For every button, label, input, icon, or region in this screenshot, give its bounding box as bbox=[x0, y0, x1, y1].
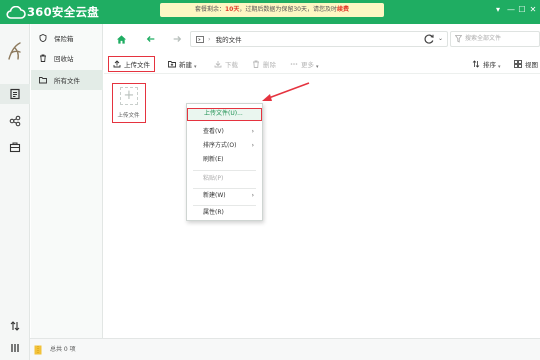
toolbox-nav-button[interactable] bbox=[0, 137, 30, 157]
path-field[interactable]: › 我的文件 ⌄ bbox=[190, 31, 448, 47]
grid-view-icon bbox=[514, 60, 522, 68]
breadcrumb-item[interactable]: 我的文件 bbox=[216, 34, 242, 44]
upload-button[interactable]: 上传文件 bbox=[108, 56, 155, 72]
more-icon bbox=[290, 63, 298, 65]
menu-divider bbox=[193, 170, 256, 171]
plus-icon: + bbox=[123, 88, 135, 103]
arrow-right-icon bbox=[173, 36, 182, 42]
context-menu: 上传文件(U)... 查看(V) › 排序方式(O) › 刷新(E) 粘贴(P) 新… bbox=[186, 103, 263, 221]
sort-button[interactable]: 排序 ▾ bbox=[472, 56, 501, 72]
menu-item-refresh[interactable]: 刷新(E) bbox=[187, 153, 262, 166]
app-name: 360安全云盘 bbox=[27, 5, 100, 19]
refresh-icon[interactable] bbox=[422, 32, 436, 46]
title-bar: 360安全云盘 套餐剩余：10天，过期后数据为保留30天，请您及时续费 ▾ — … bbox=[0, 0, 540, 24]
safe-icon bbox=[39, 34, 47, 42]
transfer-icon bbox=[10, 321, 20, 331]
address-bar: › 我的文件 ⌄ 搜索全部文件 bbox=[104, 28, 540, 50]
sidebar-item-label: 保险箱 bbox=[54, 35, 74, 43]
share-nav-button[interactable] bbox=[0, 111, 30, 131]
menu-item-new[interactable]: 新建(W) › bbox=[187, 189, 262, 202]
chevron-down-icon[interactable]: ⌄ bbox=[438, 35, 443, 42]
trash-icon bbox=[40, 54, 46, 62]
path-folder-icon bbox=[196, 35, 204, 43]
submenu-arrow-icon: › bbox=[251, 128, 254, 135]
trash-icon bbox=[253, 60, 259, 68]
more-button[interactable]: 更多 ▾ bbox=[290, 56, 319, 72]
menu-icon bbox=[11, 344, 19, 352]
back-button[interactable] bbox=[144, 32, 158, 46]
caret-icon: ▾ bbox=[498, 64, 501, 70]
sidebar-item-all-files[interactable]: 所有文件 bbox=[31, 70, 103, 90]
folder-sidebar: 保险箱 回收站 所有文件 bbox=[31, 24, 103, 338]
delete-button[interactable]: 删除 bbox=[252, 56, 276, 72]
download-button[interactable]: 下载 bbox=[214, 56, 238, 72]
menu-item-view[interactable]: 查看(V) › bbox=[187, 125, 262, 138]
sidebar-item-trash[interactable]: 回收站 bbox=[31, 48, 103, 68]
left-rail bbox=[0, 24, 30, 360]
renew-link[interactable]: 续费 bbox=[337, 6, 349, 13]
toolbox-icon bbox=[9, 142, 21, 153]
file-list-area[interactable]: + 上传文件 bbox=[104, 76, 540, 338]
toolbar: 上传文件 新建 ▾ 下载 删除 更多 ▾ 排序 ▾ 视图 bbox=[104, 54, 540, 74]
menu-nav-button[interactable] bbox=[0, 338, 30, 358]
submenu-arrow-icon: › bbox=[251, 142, 254, 149]
subscription-notice: 套餐剩余：10天，过期后数据为保留30天，请您及时续费 bbox=[160, 3, 384, 17]
dropdown-menu-icon[interactable]: ▾ bbox=[492, 4, 504, 16]
view-button[interactable]: 视图 bbox=[514, 56, 538, 72]
forward-button[interactable] bbox=[170, 32, 184, 46]
files-icon bbox=[10, 88, 20, 100]
filter-icon bbox=[455, 35, 462, 43]
status-bar: 总共 0 项 bbox=[30, 338, 540, 360]
home-button[interactable] bbox=[114, 32, 128, 46]
app-logo: 360安全云盘 bbox=[6, 4, 99, 20]
caret-icon: ▾ bbox=[194, 64, 197, 70]
upload-file-tile[interactable]: + 上传文件 bbox=[112, 83, 146, 123]
file-count-icon bbox=[34, 345, 42, 355]
breadcrumb-separator-icon: › bbox=[208, 35, 211, 43]
share-icon bbox=[9, 115, 21, 127]
search-placeholder: 搜索全部文件 bbox=[465, 35, 502, 42]
new-button[interactable]: 新建 ▾ bbox=[168, 56, 197, 72]
files-nav-button[interactable] bbox=[0, 84, 30, 104]
cloud-logo-icon bbox=[6, 5, 26, 19]
sort-icon bbox=[472, 60, 480, 68]
home-icon bbox=[116, 34, 126, 44]
submenu-arrow-icon: › bbox=[251, 192, 254, 199]
menu-item-sort[interactable]: 排序方式(O) › bbox=[187, 139, 262, 152]
search-input[interactable]: 搜索全部文件 bbox=[450, 31, 540, 47]
avatar[interactable] bbox=[5, 40, 25, 62]
sidebar-item-safe[interactable]: 保险箱 bbox=[31, 28, 103, 48]
folder-icon bbox=[39, 77, 47, 84]
remaining-days: 10天 bbox=[225, 6, 240, 13]
item-count: 总共 0 项 bbox=[50, 346, 76, 353]
transfer-nav-button[interactable] bbox=[0, 316, 30, 336]
download-icon bbox=[214, 61, 222, 68]
arrow-left-icon bbox=[146, 36, 155, 42]
menu-item-properties[interactable]: 属性(R) bbox=[187, 206, 262, 219]
close-button[interactable]: ✕ bbox=[527, 4, 539, 16]
new-folder-icon bbox=[168, 61, 176, 68]
sidebar-item-label: 所有文件 bbox=[54, 77, 80, 85]
sidebar-item-label: 回收站 bbox=[54, 55, 74, 63]
upload-tile-label: 上传文件 bbox=[117, 113, 140, 119]
menu-item-upload[interactable]: 上传文件(U)... bbox=[187, 108, 262, 121]
menu-item-paste[interactable]: 粘贴(P) bbox=[187, 172, 262, 185]
caret-icon: ▾ bbox=[316, 64, 319, 70]
upload-icon bbox=[113, 60, 121, 68]
